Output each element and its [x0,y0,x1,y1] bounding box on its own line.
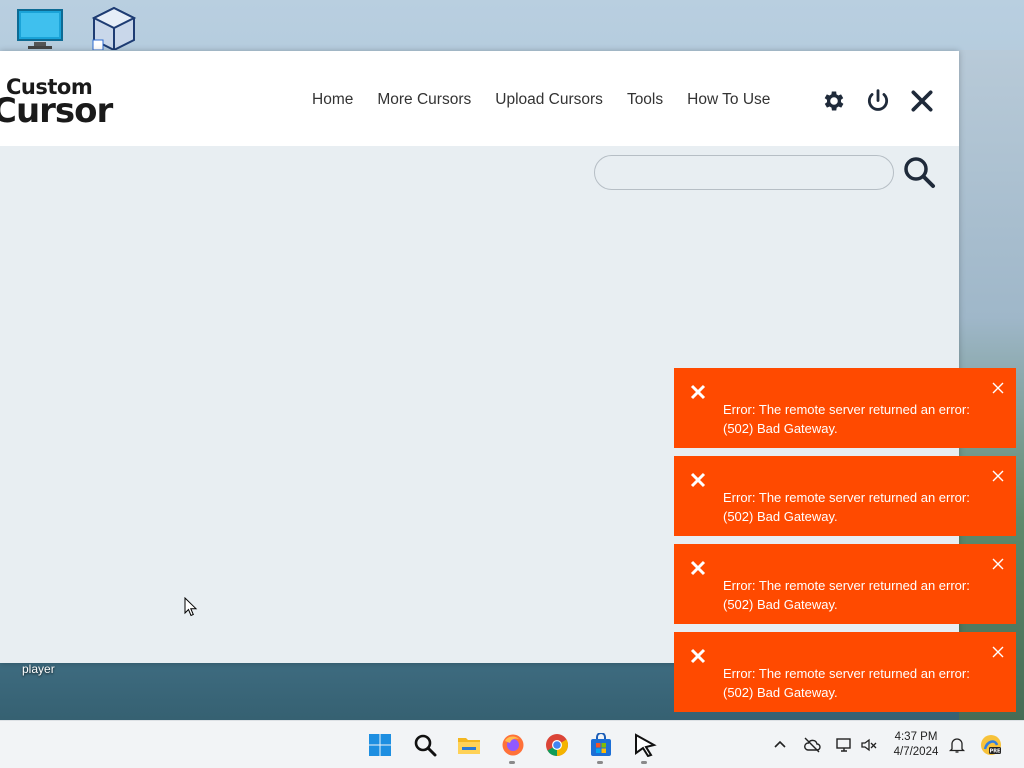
toast-close-icon[interactable] [992,382,1004,394]
nav-tools[interactable]: Tools [627,91,663,109]
error-toast: Error: The remote server returned an err… [674,368,1016,448]
gear-icon[interactable] [821,88,847,114]
toast-close-icon[interactable] [992,646,1004,658]
toast-message: Error: The remote server returned an err… [723,490,970,524]
desktop-icon-label: player [22,662,55,676]
firefox-icon[interactable] [501,733,525,757]
cloud-off-icon[interactable] [803,736,821,754]
error-x-icon [690,384,706,400]
toast-close-icon[interactable] [992,470,1004,482]
windows-start-icon[interactable] [368,733,392,757]
toast-message: Error: The remote server returned an err… [723,402,970,436]
error-x-icon [690,472,706,488]
error-x-icon [690,648,706,664]
chevron-up-icon[interactable] [771,736,789,754]
volume-muted-icon[interactable] [860,736,878,754]
clock-time: 4:37 PM [894,731,938,743]
copilot-icon[interactable]: PRE [980,734,1002,756]
toast-message: Error: The remote server returned an err… [723,578,970,612]
notification-bell-icon[interactable] [948,736,966,754]
power-icon[interactable] [865,88,891,114]
running-indicator [641,761,647,764]
this-pc-desktop-icon[interactable] [16,6,64,50]
clock-date: 4/7/2024 [893,746,939,758]
running-indicator [509,761,515,764]
error-toast: Error: The remote server returned an err… [674,632,1016,712]
error-toast: Error: The remote server returned an err… [674,456,1016,536]
custom-cursor-app-icon[interactable] [633,733,657,757]
svg-text:PRE: PRE [990,749,1002,755]
mouse-pointer-icon [184,597,198,617]
main-nav: Home More Cursors Upload Cursors Tools H… [312,91,794,109]
logo-text-bottom: Cursor [0,91,113,131]
virtualbox-desktop-icon[interactable] [90,6,138,50]
toast-message: Error: The remote server returned an err… [723,666,970,700]
search-icon[interactable] [413,733,437,757]
chrome-icon[interactable] [545,733,569,757]
nav-home[interactable]: Home [312,91,353,109]
running-indicator [597,761,603,764]
toast-close-icon[interactable] [992,558,1004,570]
file-explorer-icon[interactable] [457,733,481,757]
error-x-icon [690,560,706,576]
error-toast: Error: The remote server returned an err… [674,544,1016,624]
store-icon[interactable] [589,733,613,757]
nav-more-cursors[interactable]: More Cursors [377,91,471,109]
app-header: Custom Cursor Home More Cursors Upload C… [0,51,959,146]
search-icon[interactable] [902,155,936,189]
nav-how-to-use[interactable]: How To Use [687,91,770,109]
network-icon[interactable] [835,736,853,754]
nav-upload-cursors[interactable]: Upload Cursors [495,91,603,109]
system-clock[interactable]: 4:37 PM 4/7/2024 [888,730,944,760]
taskbar: 4:37 PM 4/7/2024 PRE [0,720,1024,768]
close-icon[interactable] [909,88,935,114]
search-input[interactable] [594,155,894,190]
